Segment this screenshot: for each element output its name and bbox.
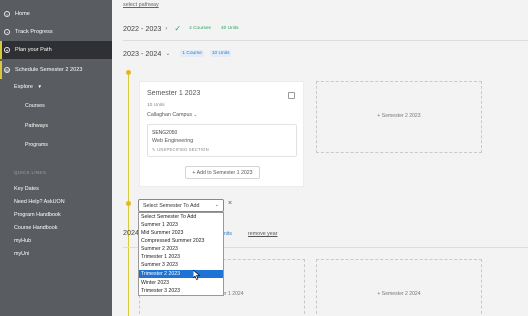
explore-label: Explore — [14, 84, 33, 90]
sidebar: ⌂ Home ◔ Track Progress ✦ Plan your Path… — [0, 0, 112, 316]
link-myuni[interactable]: myUni — [14, 251, 29, 257]
dropdown-option[interactable]: Trimester 1 2023 — [139, 253, 223, 261]
explore-courses[interactable]: Courses — [25, 103, 45, 109]
nav-plan-your-path-label: Plan your Path — [15, 47, 52, 53]
year-2024-units: nits — [224, 231, 232, 237]
dropdown-option[interactable]: Select Semester To Add — [139, 213, 223, 221]
year-2023-label: 2023 - 2024 — [123, 49, 162, 58]
year-2022-label: 2022 - 2023 — [123, 24, 162, 33]
course-section: ✎ UNSPECIFIED SECTION — [152, 147, 209, 152]
main-content: select pathway 2022 - 2023 › ✓ 4 Courses… — [112, 0, 528, 316]
year-2023-units: 10 Units — [209, 50, 232, 57]
nav-schedule[interactable]: ▤ Schedule Semester 2 2023 — [0, 61, 112, 79]
add-semester-placeholder[interactable]: + Semester 2 2024 — [316, 259, 482, 316]
nav-home[interactable]: ⌂ Home — [0, 5, 112, 23]
add-course-button[interactable]: + Add to Semester 1 2023 — [185, 166, 260, 179]
progress-icon: ◔ — [4, 29, 10, 35]
year-2022-units: 40 Units — [220, 26, 239, 31]
course-item[interactable]: SENG2050 Web Engineering ✎ UNSPECIFIED S… — [147, 124, 297, 157]
explore-toggle[interactable]: Explore ▼ — [14, 84, 42, 90]
edit-icon: ✎ — [152, 147, 156, 152]
quick-links-heading: QUICK LINKS — [14, 170, 47, 175]
explore-pathways[interactable]: Pathways — [25, 123, 48, 129]
schedule-icon: ▤ — [4, 67, 10, 73]
dropdown-option-highlighted[interactable]: Trimester 2 2023 — [139, 270, 223, 278]
semester-title: Semester 1 2023 — [147, 90, 201, 97]
link-program-handbook[interactable]: Program Handbook — [14, 212, 61, 218]
link-key-dates[interactable]: Key Dates — [14, 186, 39, 192]
chevron-down-icon: ⌄ — [165, 51, 171, 57]
select-pathway-link[interactable]: select pathway — [123, 2, 159, 8]
divider — [123, 40, 528, 41]
nav-track-progress-label: Track Progress — [15, 29, 53, 35]
timeline-line — [128, 72, 129, 316]
dropdown-option[interactable]: Summer 3 2023 — [139, 261, 223, 269]
course-section-label: UNSPECIFIED SECTION — [157, 147, 209, 152]
dropdown-option[interactable]: Mid Summer 2023 — [139, 229, 223, 237]
path-icon: ✦ — [4, 47, 10, 53]
calendar-icon[interactable] — [288, 92, 295, 99]
nav-schedule-label: Schedule Semester 2 2023 — [15, 67, 83, 73]
schedule-accent-bar — [0, 61, 2, 79]
year-2023-row[interactable]: 2023 - 2024 ⌄ 1 Course 10 Units — [123, 49, 232, 58]
mouse-cursor-icon — [193, 270, 201, 280]
link-askuon[interactable]: Need Help? AskUON — [14, 199, 65, 205]
home-icon: ⌂ — [4, 11, 10, 17]
semester-dropdown: Select Semester To Add Summer 1 2023 Mid… — [138, 212, 224, 296]
explore-programs[interactable]: Programs — [25, 142, 48, 148]
nav-plan-your-path[interactable]: ✦ Plan your Path — [0, 41, 112, 59]
remove-year-link[interactable]: remove year — [248, 231, 277, 237]
semester-card: Semester 1 2023 10 Units Callaghan Campu… — [139, 81, 304, 187]
course-name: Web Engineering — [152, 138, 194, 144]
year-2023-courses: 1 Course — [180, 50, 204, 57]
add-semester-placeholder[interactable]: + Semester 2 2023 — [316, 81, 482, 153]
dropdown-option[interactable]: Summer 1 2023 — [139, 221, 223, 229]
chevron-down-icon: ▼ — [37, 84, 42, 89]
add-semester-label: + Semester 2 2024 — [377, 291, 421, 297]
check-icon: ✓ — [174, 24, 182, 33]
dropdown-option[interactable]: Compressed Summer 2023 — [139, 237, 223, 245]
campus-select[interactable]: Callaghan Campus ⌄ — [147, 112, 197, 118]
dropdown-option[interactable]: Trimester 3 2023 — [139, 287, 223, 295]
year-2022-row[interactable]: 2022 - 2023 › ✓ 4 Courses 40 Units — [123, 24, 241, 33]
campus-label: Callaghan Campus — [147, 112, 193, 118]
dropdown-option[interactable]: Winter 2023 — [139, 279, 223, 287]
add-semester-label: + Semester 2 2023 — [377, 113, 421, 119]
semester-select[interactable]: Select Semester To Add ⌄ — [138, 199, 224, 212]
semester-units: 10 Units — [147, 103, 165, 108]
year-2022-courses: 4 Courses — [189, 26, 211, 31]
dropdown-option[interactable]: Summer 2 2023 — [139, 245, 223, 253]
timeline-dot — [126, 70, 131, 75]
close-icon[interactable]: × — [228, 200, 232, 207]
nav-home-label: Home — [15, 11, 30, 17]
course-code: SENG2050 — [152, 130, 178, 136]
semester-select-value: Select Semester To Add — [143, 202, 200, 209]
chevron-right-icon: › — [165, 25, 168, 32]
timeline-dot — [126, 201, 131, 206]
nav-track-progress[interactable]: ◔ Track Progress — [0, 23, 112, 41]
chevron-down-icon: ⌄ — [214, 202, 219, 208]
link-course-handbook[interactable]: Course Handbook — [14, 225, 57, 231]
chevron-down-icon: ⌄ — [193, 112, 198, 117]
year-2024-label[interactable]: 2024 — [123, 228, 139, 237]
link-myhub[interactable]: myHub — [14, 238, 31, 244]
